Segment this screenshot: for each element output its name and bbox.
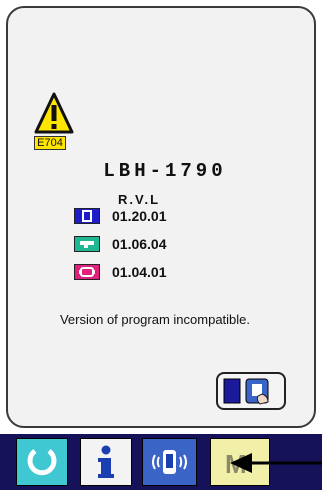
version-row-servo: 01.04.01 [74,262,167,282]
communication-switch-icon [223,378,269,405]
version-row-panel: 01.20.01 [74,206,167,226]
version-value: 01.20.01 [112,208,167,224]
main-shaft-version-icon [74,236,100,252]
version-header: R.V.L [118,192,161,207]
information-icon [98,445,114,478]
communication-icon [152,450,187,474]
version-row-main-shaft: 01.06.04 [74,234,167,254]
servo-version-icon [74,264,100,280]
communication-switch-button[interactable] [216,372,286,410]
machine-model: LBH-1790 [103,160,227,182]
information-button[interactable] [80,438,132,486]
error-code-badge: E704 [34,136,66,150]
reset-button[interactable] [16,438,68,486]
panel-version-icon [74,208,100,224]
version-value: 01.04.01 [112,264,167,280]
pointer-arrow-icon [228,440,322,480]
version-value: 01.06.04 [112,236,167,252]
error-message: Version of program incompatible. [59,312,251,327]
communication-button[interactable] [142,438,197,486]
reset-icon [27,448,57,476]
